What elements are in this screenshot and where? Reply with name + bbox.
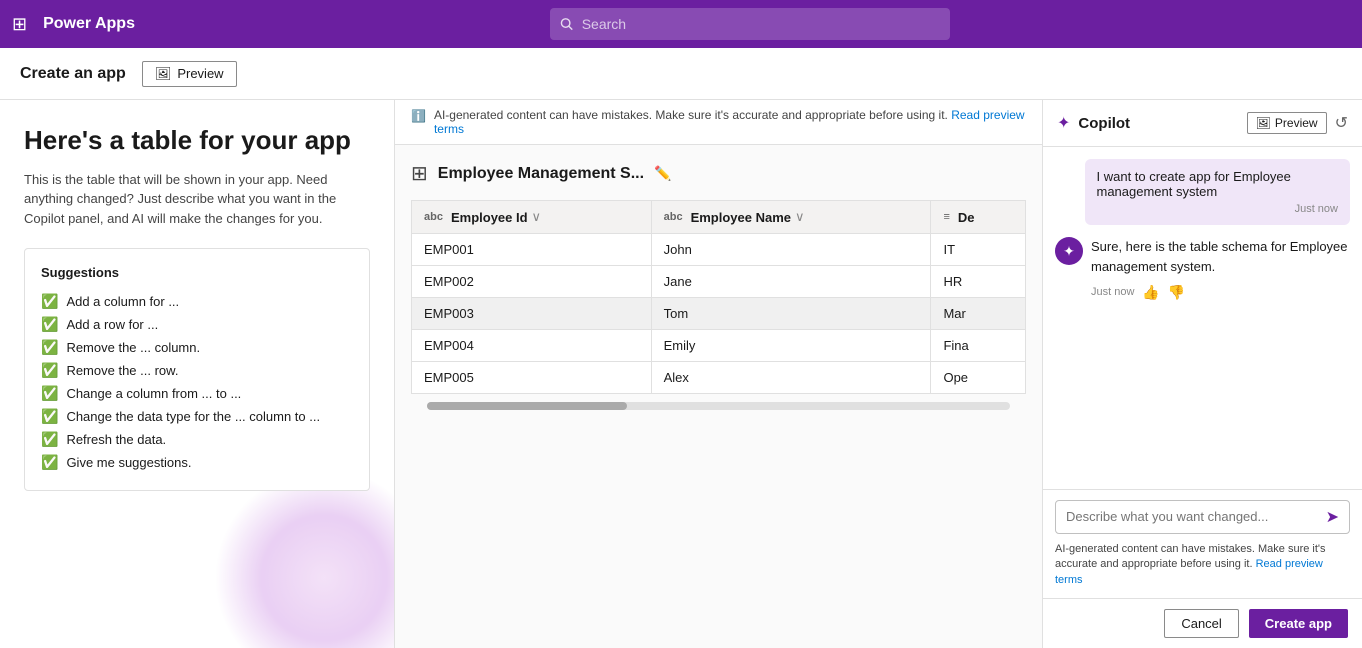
- col-employee-name[interactable]: abcEmployee Name ∨: [651, 201, 931, 234]
- copilot-input-area: ➤ AI-generated content can have mistakes…: [1043, 489, 1362, 598]
- create-app-button[interactable]: Create app: [1249, 609, 1348, 638]
- table-header-row: abcEmployee Id ∨ abcEmployee Name ∨ ≡De: [412, 201, 1026, 234]
- cell-name: Alex: [651, 362, 931, 394]
- cancel-button[interactable]: Cancel: [1164, 609, 1238, 638]
- suggestion-item[interactable]: ✅Add a row for ...: [41, 313, 353, 336]
- table-name: Employee Management S...: [438, 165, 644, 183]
- suggestions-title: Suggestions: [41, 265, 353, 280]
- cell-dept: Fina: [931, 330, 1026, 362]
- preview-button[interactable]: 🖼 Preview: [142, 61, 237, 87]
- table-body: EMP001 John IT EMP002 Jane HR EMP003 Tom…: [412, 234, 1026, 394]
- cell-id: EMP003: [412, 298, 652, 330]
- check-circle-icon: ✅: [41, 431, 58, 448]
- check-circle-icon: ✅: [41, 293, 58, 310]
- suggestion-item[interactable]: ✅Change a column from ... to ...: [41, 382, 353, 405]
- left-panel-title: Here's a table for your app: [24, 124, 370, 158]
- table-head: abcEmployee Id ∨ abcEmployee Name ∨ ≡De: [412, 201, 1026, 234]
- ai-bubble: Sure, here is the table schema for Emplo…: [1091, 237, 1350, 303]
- thumbs-down-icon[interactable]: 👎: [1168, 282, 1185, 303]
- table-row[interactable]: EMP001 John IT: [412, 234, 1026, 266]
- ai-timestamp: Just now: [1091, 284, 1134, 301]
- ai-warning-banner: ℹ️ AI-generated content can have mistake…: [395, 100, 1042, 145]
- check-circle-icon: ✅: [41, 408, 58, 425]
- user-message: I want to create app for Employee manage…: [1085, 159, 1351, 225]
- ai-response-text: Sure, here is the table schema for Emplo…: [1091, 237, 1350, 276]
- cell-name: Jane: [651, 266, 931, 298]
- table-title-row: ⊞ Employee Management S... ✏️: [411, 161, 1026, 186]
- copilot-input[interactable]: [1066, 509, 1318, 524]
- page-title: Create an app: [20, 65, 126, 83]
- cell-name: Emily: [651, 330, 931, 362]
- horizontal-scrollbar[interactable]: [427, 402, 1010, 410]
- cell-dept: IT: [931, 234, 1026, 266]
- grid-icon[interactable]: ⊞: [12, 14, 27, 35]
- search-icon: [560, 17, 573, 31]
- copilot-ai-warning: AI-generated content can have mistakes. …: [1055, 542, 1350, 588]
- cell-id: EMP004: [412, 330, 652, 362]
- copilot-title: Copilot: [1078, 115, 1238, 132]
- topnav: ⊞ Power Apps: [0, 0, 1362, 48]
- suggestion-item[interactable]: ✅Give me suggestions.: [41, 451, 353, 474]
- copilot-messages: I want to create app for Employee manage…: [1043, 147, 1362, 489]
- main-layout: Here's a table for your app This is the …: [0, 100, 1362, 648]
- suggestion-item[interactable]: ✅Remove the ... row.: [41, 359, 353, 382]
- scrollbar-thumb[interactable]: [427, 402, 627, 410]
- copilot-panel: ✦ Copilot 🖼 Preview ↺ I want to create a…: [1042, 100, 1362, 648]
- table-row[interactable]: EMP004 Emily Fina: [412, 330, 1026, 362]
- suggestion-item[interactable]: ✅Add a column for ...: [41, 290, 353, 313]
- table-row[interactable]: EMP005 Alex Ope: [412, 362, 1026, 394]
- table-row[interactable]: EMP003 Tom Mar: [412, 298, 1026, 330]
- copilot-header: ✦ Copilot 🖼 Preview ↺: [1043, 100, 1362, 147]
- cell-dept: Mar: [931, 298, 1026, 330]
- footer-buttons: Cancel Create app: [1043, 598, 1362, 648]
- left-panel-desc: This is the table that will be shown in …: [24, 170, 370, 229]
- cell-dept: HR: [931, 266, 1026, 298]
- center-panel: ℹ️ AI-generated content can have mistake…: [395, 100, 1042, 648]
- edit-icon[interactable]: ✏️: [654, 165, 671, 182]
- refresh-icon[interactable]: ↺: [1335, 113, 1348, 133]
- thumbs-up-icon[interactable]: 👍: [1142, 282, 1159, 303]
- preview-icon: 🖼: [155, 66, 172, 82]
- app-title: Power Apps: [43, 15, 135, 33]
- check-circle-icon: ✅: [41, 454, 58, 471]
- info-icon: ℹ️: [411, 109, 426, 123]
- suggestions-list: ✅Add a column for ...✅Add a row for ...✅…: [41, 290, 353, 474]
- table-row[interactable]: EMP002 Jane HR: [412, 266, 1026, 298]
- check-circle-icon: ✅: [41, 362, 58, 379]
- search-input[interactable]: [582, 16, 941, 32]
- check-circle-icon: ✅: [41, 385, 58, 402]
- cell-id: EMP002: [412, 266, 652, 298]
- suggestion-item[interactable]: ✅Change the data type for the ... column…: [41, 405, 353, 428]
- cell-dept: Ope: [931, 362, 1026, 394]
- search-bar[interactable]: [550, 8, 950, 40]
- table-container: ⊞ Employee Management S... ✏️ abcEmploye…: [395, 145, 1042, 648]
- send-icon[interactable]: ➤: [1326, 507, 1339, 527]
- col-employee-id[interactable]: abcEmployee Id ∨: [412, 201, 652, 234]
- suggestions-box: Suggestions ✅Add a column for ...✅Add a …: [24, 248, 370, 491]
- ai-warning-text: AI-generated content can have mistakes. …: [434, 108, 948, 122]
- left-panel: Here's a table for your app This is the …: [0, 100, 395, 648]
- user-message-timestamp: Just now: [1097, 203, 1339, 215]
- copilot-input-box: ➤: [1055, 500, 1350, 534]
- cell-name: John: [651, 234, 931, 266]
- data-table: abcEmployee Id ∨ abcEmployee Name ∨ ≡De …: [411, 200, 1026, 394]
- col-department[interactable]: ≡De: [931, 201, 1026, 234]
- cell-name: Tom: [651, 298, 931, 330]
- decorative-circle: [214, 468, 395, 648]
- cell-id: EMP001: [412, 234, 652, 266]
- ai-meta: Just now 👍 👎: [1091, 282, 1350, 303]
- cell-id: EMP005: [412, 362, 652, 394]
- copilot-preview-button[interactable]: 🖼 Preview: [1247, 112, 1327, 134]
- suggestion-item[interactable]: ✅Refresh the data.: [41, 428, 353, 451]
- copilot-preview-icon: 🖼: [1256, 116, 1271, 130]
- ai-avatar: ✦: [1055, 237, 1083, 265]
- user-message-text: I want to create app for Employee manage…: [1097, 169, 1339, 199]
- ai-message: ✦ Sure, here is the table schema for Emp…: [1055, 237, 1350, 303]
- subheader: Create an app 🖼 Preview: [0, 48, 1362, 100]
- table-icon: ⊞: [411, 161, 428, 186]
- check-circle-icon: ✅: [41, 316, 58, 333]
- check-circle-icon: ✅: [41, 339, 58, 356]
- suggestion-item[interactable]: ✅Remove the ... column.: [41, 336, 353, 359]
- copilot-star-icon: ✦: [1057, 113, 1070, 133]
